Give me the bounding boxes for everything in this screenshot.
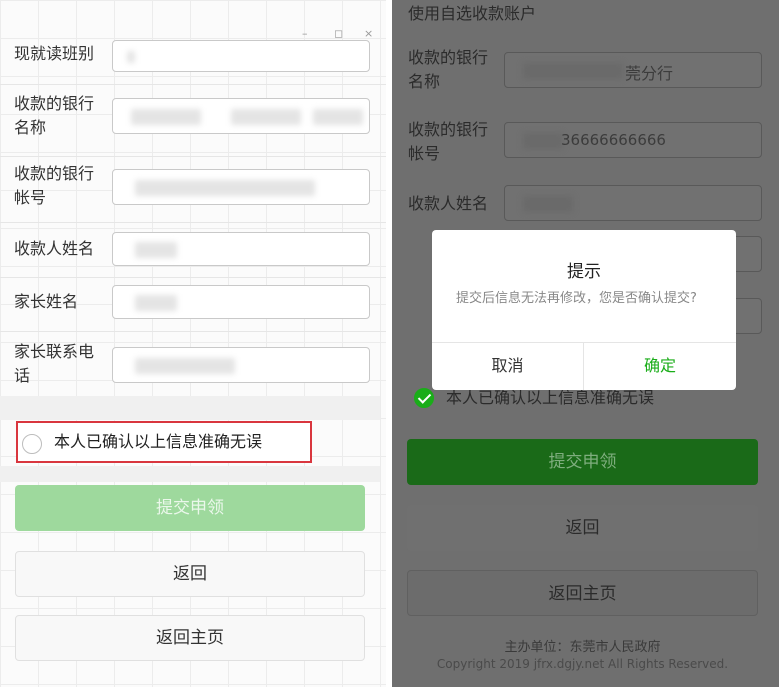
submit-button[interactable]: 提交申领 bbox=[15, 485, 365, 531]
dialog-title: 提示 bbox=[567, 262, 601, 282]
confirm-checkbox-row[interactable]: 本人已确认以上信息准确无误 bbox=[16, 421, 312, 463]
maximize-icon[interactable]: ◻ bbox=[334, 27, 343, 40]
dialog-cancel-button[interactable]: 取消 bbox=[432, 342, 583, 390]
footer-copyright: Copyright 2019 jfrx.dgjy.net All Rights … bbox=[436, 657, 729, 671]
redacted-value bbox=[523, 196, 573, 212]
payee-name-label: 收款人姓名 bbox=[14, 239, 95, 258]
redacted-value bbox=[231, 109, 301, 125]
redacted-value bbox=[127, 51, 135, 63]
parent-name-label: 家长姓名 bbox=[14, 292, 79, 311]
redacted-value bbox=[313, 109, 363, 125]
divider bbox=[0, 84, 386, 85]
back-button[interactable]: 返回 bbox=[407, 505, 758, 551]
custom-account-label: 使用自选收款账户 bbox=[408, 4, 537, 23]
confirm-text: 本人已确认以上信息准确无误 bbox=[54, 432, 263, 451]
payee-name-label: 收款人姓名 bbox=[408, 194, 489, 213]
payee-name-input[interactable] bbox=[112, 232, 370, 266]
bank-name-input[interactable]: 莞分行 bbox=[504, 52, 762, 88]
parent-phone-label: 家长联系电话 bbox=[14, 342, 95, 385]
close-icon[interactable]: × bbox=[364, 27, 373, 40]
redacted-value bbox=[131, 109, 201, 125]
redacted-value bbox=[135, 295, 177, 311]
bank-account-input[interactable] bbox=[112, 169, 370, 205]
footer-sponsor: 主办单位：东莞市人民政府 bbox=[504, 640, 661, 655]
parent-name-input[interactable] bbox=[112, 285, 370, 319]
bank-name-visible-text: 莞分行 bbox=[625, 64, 674, 83]
redacted-value bbox=[135, 242, 177, 258]
parent-phone-input[interactable] bbox=[112, 347, 370, 383]
redacted-value bbox=[135, 358, 235, 374]
bank-name-label: 收款的银行名称 bbox=[14, 94, 95, 137]
home-button[interactable]: 返回主页 bbox=[15, 615, 365, 661]
divider bbox=[0, 277, 386, 278]
confirm-radio-checked[interactable] bbox=[414, 388, 434, 408]
redacted-value bbox=[523, 133, 563, 149]
bank-account-visible-text: 36666666666 bbox=[561, 131, 666, 149]
confirm-dialog: 提示 提交后信息无法再修改，您是否确认提交? 取消 确定 bbox=[432, 230, 736, 390]
section-spacer bbox=[0, 466, 380, 482]
divider bbox=[0, 222, 386, 223]
bank-name-label: 收款的银行名称 bbox=[408, 48, 489, 91]
divider bbox=[0, 331, 386, 332]
minimize-icon[interactable]: – bbox=[302, 27, 308, 40]
left-screen: – ◻ × 现就读班别 收款的银行名称 收款的银行帐号 收款人姓名 家长姓名 家… bbox=[0, 0, 386, 687]
divider bbox=[0, 156, 386, 157]
dialog-message: 提交后信息无法再修改，您是否确认提交? bbox=[456, 291, 697, 306]
bank-name-input[interactable] bbox=[112, 98, 370, 134]
redacted-value bbox=[135, 180, 315, 196]
class-input[interactable] bbox=[112, 40, 370, 72]
bank-account-label: 收款的银行帐号 bbox=[408, 120, 489, 163]
home-button[interactable]: 返回主页 bbox=[407, 570, 758, 616]
bank-account-input[interactable]: 36666666666 bbox=[504, 122, 762, 158]
bank-account-label: 收款的银行帐号 bbox=[14, 164, 95, 207]
dialog-confirm-button[interactable]: 确定 bbox=[584, 342, 736, 390]
class-label: 现就读班别 bbox=[14, 44, 95, 63]
section-spacer bbox=[0, 396, 380, 420]
submit-button[interactable]: 提交申领 bbox=[407, 439, 758, 485]
confirm-radio[interactable] bbox=[22, 434, 42, 454]
redacted-value bbox=[523, 63, 623, 79]
back-button[interactable]: 返回 bbox=[15, 551, 365, 597]
payee-name-input[interactable] bbox=[504, 185, 762, 221]
